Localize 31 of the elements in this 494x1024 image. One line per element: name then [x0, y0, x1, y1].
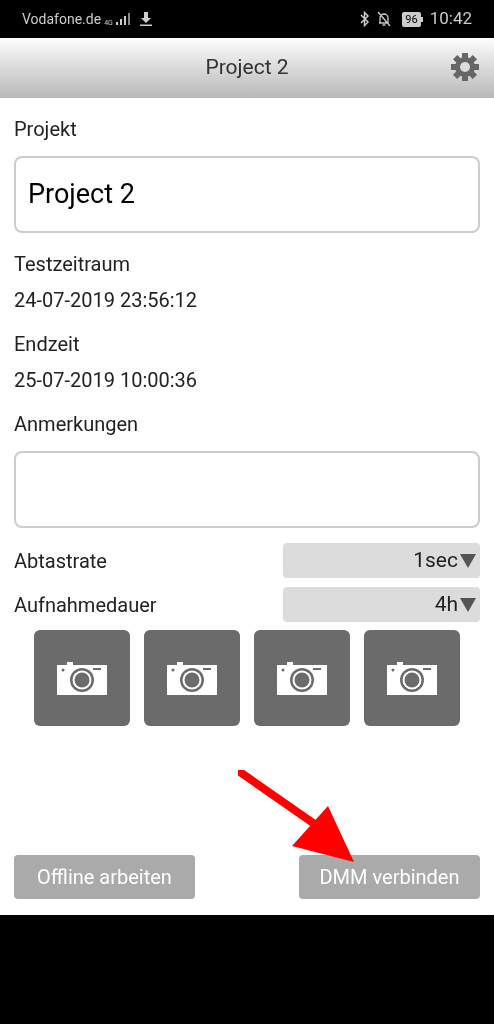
field-label: Abtastrate	[14, 547, 107, 575]
clock-time: 10:42	[429, 7, 472, 31]
camera-button[interactable]	[364, 630, 460, 726]
camera-icon	[275, 659, 329, 697]
camera-button[interactable]	[144, 630, 240, 726]
camera-button[interactable]	[254, 630, 350, 726]
field-label: Anmerkungen	[14, 411, 140, 437]
dropdown[interactable]: 1sec	[283, 543, 480, 578]
camera-icon	[385, 659, 439, 697]
field-label: Testzeitraum	[14, 251, 132, 277]
dropdown[interactable]: 4h	[283, 587, 480, 622]
field-label: Projekt	[14, 116, 78, 142]
settings-icon[interactable]	[450, 52, 480, 82]
camera-icon	[55, 659, 109, 697]
signal-icon	[115, 13, 132, 25]
battery-indicator: 96	[402, 11, 423, 27]
muted-bell-icon	[377, 11, 392, 27]
field-value: 24-07-2019 23:56:12	[14, 287, 199, 313]
download-icon	[138, 12, 153, 26]
carrier-name: Vodafone.de	[22, 9, 102, 29]
camera-button[interactable]	[34, 630, 130, 726]
caret-icon	[460, 597, 476, 612]
project-name-field[interactable]: Project 2	[14, 156, 480, 233]
field-value: 25-07-2019 10:00:36	[14, 367, 199, 393]
screen-title: Project 2	[205, 54, 289, 82]
field-label: Aufnahmedauer	[14, 591, 157, 619]
field-label: Endzeit	[14, 331, 81, 357]
camera-icon	[165, 659, 219, 697]
caret-icon	[460, 553, 476, 568]
notes-field[interactable]	[14, 451, 480, 528]
bluetooth-icon	[360, 11, 371, 27]
